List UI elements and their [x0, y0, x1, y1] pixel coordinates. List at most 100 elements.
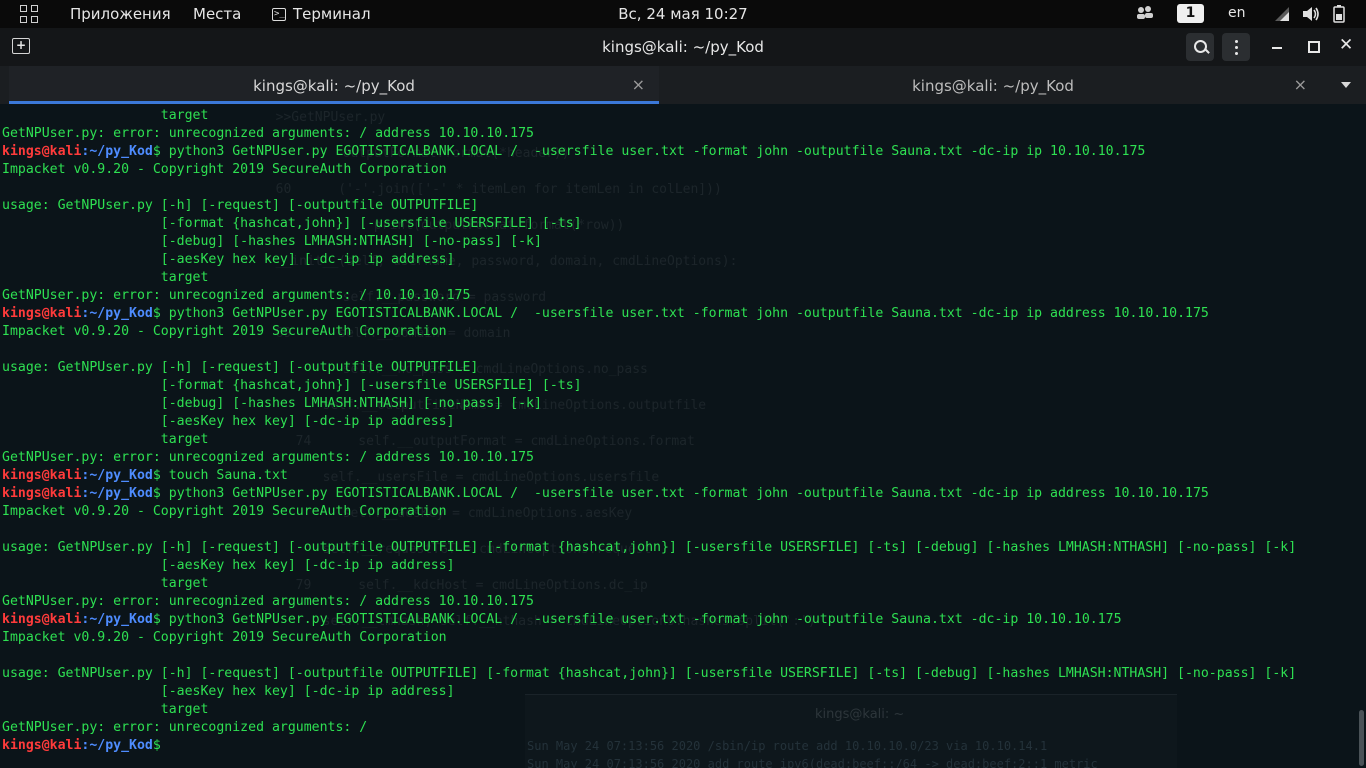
prompt-user: kings@kali — [2, 468, 82, 483]
terminal-command-line: kings@kali:~/py_Kod$ python3 GetNPUser.p… — [2, 305, 1296, 323]
output-text: usage: GetNPUser.py [-h] [-request] [-ou… — [2, 360, 479, 375]
terminal-output-line: GetNPUser.py: error: unrecognized argume… — [2, 125, 1296, 143]
terminal-output-line: [-aesKey hex key] [-dc-ip ip address] — [2, 413, 1296, 431]
output-text: GetNPUser.py: error: unrecognized argume… — [2, 288, 471, 303]
prompt-user: kings@kali — [2, 486, 82, 501]
terminal-output-line: target — [2, 701, 1296, 719]
prompt-path: :~/py_Kod — [81, 486, 153, 501]
scrollbar[interactable] — [1359, 710, 1364, 766]
tab-1[interactable]: kings@kali: ~/py_Kod × — [9, 66, 659, 104]
terminal-output-line: target — [2, 107, 1296, 125]
prompt-path: :~/py_Kod — [81, 468, 153, 483]
command-text — [161, 738, 169, 753]
language-indicator[interactable]: en — [1228, 5, 1246, 21]
command-text: python3 GetNPUser.py EGOTISTICALBANK.LOC… — [160, 486, 1209, 501]
terminal-command-line: kings@kali:~/py_Kod$ touch Sauna.txt — [2, 467, 1296, 485]
terminal-output-line: [-aesKey hex key] [-dc-ip ip address] — [2, 683, 1296, 701]
command-text: python3 GetNPUser.py EGOTISTICALBANK.LOC… — [160, 306, 1209, 321]
terminal-output-line: GetNPUser.py: error: unrecognized argume… — [2, 593, 1296, 611]
output-text: Impacket v0.9.20 - Copyright 2019 Secure… — [2, 630, 447, 645]
places-menu[interactable]: Места — [193, 5, 241, 23]
terminal-output-line: [-format {hashcat,john}] [-usersfile USE… — [2, 377, 1296, 395]
prompt-path: :~/py_Kod — [81, 144, 153, 159]
prompt-path: :~/py_Kod — [81, 738, 153, 753]
output-text: [-aesKey hex key] [-dc-ip ip address] — [2, 558, 455, 573]
tab-1-label: kings@kali: ~/py_Kod — [253, 77, 415, 95]
output-text: Impacket v0.9.20 - Copyright 2019 Secure… — [2, 324, 447, 339]
output-text: usage: GetNPUser.py [-h] [-request] [-ou… — [2, 198, 479, 213]
terminal-output-line: usage: GetNPUser.py [-h] [-request] [-ou… — [2, 665, 1296, 683]
terminal-output-line: [-aesKey hex key] [-dc-ip ip address] — [2, 557, 1296, 575]
output-text: [-format {hashcat,john}] [-usersfile USE… — [2, 216, 582, 231]
terminal-output-line: GetNPUser.py: error: unrecognized argume… — [2, 449, 1296, 467]
command-text: touch Sauna.txt — [160, 468, 288, 483]
output-text: target — [2, 432, 209, 447]
output-text: target — [2, 576, 209, 591]
tab-2-close-icon[interactable]: × — [1294, 75, 1307, 94]
terminal-output-line: usage: GetNPUser.py [-h] [-request] [-ou… — [2, 539, 1296, 557]
ghost-terminal-line: Sun May 24 07:13:56 2020 add_route_ipv6(… — [527, 757, 1098, 768]
output-text: target — [2, 702, 209, 717]
output-text: [-aesKey hex key] [-dc-ip ip address] — [2, 684, 455, 699]
volume-icon[interactable] — [1302, 6, 1320, 22]
output-text: [-aesKey hex key] [-dc-ip ip address] — [2, 414, 455, 429]
workspace-indicator[interactable]: 1 — [1177, 4, 1204, 23]
terminal-output-line: [-debug] [-hashes LMHASH:NTHASH] [-no-pa… — [2, 233, 1296, 251]
output-text: Impacket v0.9.20 - Copyright 2019 Secure… — [2, 162, 447, 177]
new-tab-button[interactable]: + — [12, 38, 30, 54]
terminal-icon: >_ — [272, 7, 286, 21]
prompt-symbol: $ — [152, 144, 161, 159]
command-text: python3 GetNPUser.py EGOTISTICALBANK.LOC… — [160, 612, 1122, 627]
search-button[interactable] — [1186, 33, 1214, 61]
people-icon[interactable] — [1136, 6, 1154, 20]
prompt-symbol: $ — [152, 738, 161, 753]
terminal-output-line: target — [2, 431, 1296, 449]
tab-2-label: kings@kali: ~/py_Kod — [912, 77, 1074, 95]
terminal-output-line: GetNPUser.py: error: unrecognized argume… — [2, 287, 1296, 305]
terminal-output-line: [-format {hashcat,john}] [-usersfile USE… — [2, 215, 1296, 233]
prompt-user: kings@kali — [2, 612, 82, 627]
prompt-path: :~/py_Kod — [81, 612, 153, 627]
tab-2[interactable]: kings@kali: ~/py_Kod × — [665, 66, 1321, 104]
window-title: kings@kali: ~/py_Kod — [602, 38, 764, 56]
gnome-top-bar: Приложения Места >_ Терминал Вс, 24 мая … — [0, 0, 1366, 28]
tab-1-close-icon[interactable]: × — [632, 75, 645, 94]
prompt-symbol: $ — [152, 306, 161, 321]
output-text: GetNPUser.py: error: unrecognized argume… — [2, 126, 534, 141]
clock[interactable]: Вс, 24 мая 10:27 — [618, 5, 747, 23]
network-signal-icon[interactable] — [1274, 6, 1290, 22]
prompt-symbol: $ — [152, 468, 161, 483]
terminal-output-line: target — [2, 269, 1296, 287]
terminal-app-label: Терминал — [293, 5, 371, 23]
output-text: Impacket v0.9.20 - Copyright 2019 Secure… — [2, 504, 447, 519]
terminal-output-line: Impacket v0.9.20 - Copyright 2019 Secure… — [2, 161, 1296, 179]
output-text: [-debug] [-hashes LMHASH:NTHASH] [-no-pa… — [2, 234, 542, 249]
menu-button[interactable] — [1222, 33, 1250, 61]
terminal-output-line: Impacket v0.9.20 - Copyright 2019 Secure… — [2, 503, 1296, 521]
prompt-symbol: $ — [152, 486, 161, 501]
terminal-headerbar: + kings@kali: ~/py_Kod ✕ — [0, 28, 1366, 66]
output-text: GetNPUser.py: error: unrecognized argume… — [2, 594, 534, 609]
terminal-output[interactable]: >>GetNPUser.py outputFormat.format(*head… — [0, 104, 1366, 768]
terminal-output-line: target — [2, 575, 1296, 593]
battery-icon[interactable] — [1333, 5, 1345, 23]
terminal-output-line: [-debug] [-hashes LMHASH:NTHASH] [-no-pa… — [2, 395, 1296, 413]
kebab-menu-icon — [1235, 40, 1238, 58]
tabs-dropdown-icon[interactable] — [1341, 82, 1351, 88]
terminal-output-line: usage: GetNPUser.py [-h] [-request] [-ou… — [2, 359, 1296, 377]
terminal-output-line: [-aesKey hex key] [-dc-ip ip address] — [2, 251, 1296, 269]
close-window-button[interactable]: ✕ — [1339, 35, 1353, 55]
prompt-symbol: $ — [152, 612, 161, 627]
terminal-output-line: GetNPUser.py: error: unrecognized argume… — [2, 719, 1296, 737]
output-text: usage: GetNPUser.py [-h] [-request] [-ou… — [2, 666, 1297, 681]
terminal-output-line: Impacket v0.9.20 - Copyright 2019 Secure… — [2, 323, 1296, 341]
applications-menu[interactable]: Приложения — [70, 5, 171, 23]
apps-grid-icon[interactable] — [20, 5, 38, 23]
maximize-button[interactable] — [1308, 41, 1320, 53]
output-text: GetNPUser.py: error: unrecognized argume… — [2, 450, 534, 465]
output-text: [-aesKey hex key] [-dc-ip ip address] — [2, 252, 455, 267]
terminal-app-menu[interactable]: >_ Терминал — [272, 5, 371, 23]
